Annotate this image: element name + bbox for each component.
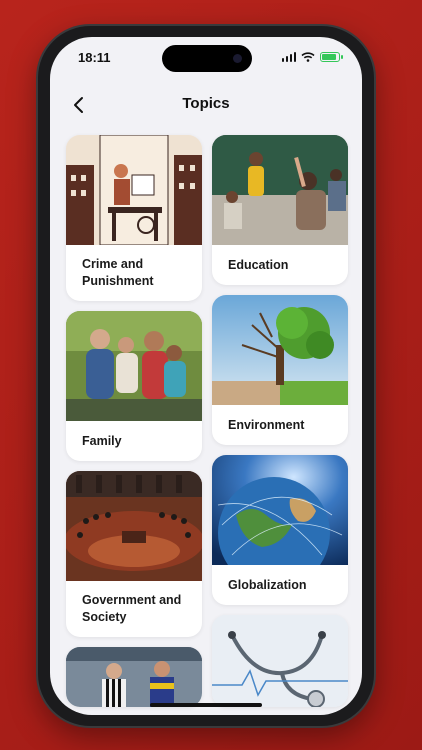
topic-card-family[interactable]: Family bbox=[66, 311, 202, 461]
topic-card-education[interactable]: Education bbox=[212, 135, 348, 285]
topic-label: Government and Society bbox=[82, 593, 182, 624]
topic-card-sports[interactable] bbox=[66, 647, 202, 707]
topic-label: Globalization bbox=[228, 577, 307, 592]
nav-bar: Topics bbox=[50, 85, 362, 125]
topic-label: Environment bbox=[228, 417, 305, 432]
topic-label: Education bbox=[228, 257, 289, 272]
topic-image-family bbox=[66, 311, 202, 421]
home-indicator bbox=[150, 703, 262, 707]
wifi-icon bbox=[301, 52, 315, 62]
status-icons bbox=[281, 52, 343, 62]
battery-icon bbox=[320, 52, 343, 62]
topic-card-crime[interactable]: Crime and Punishment bbox=[66, 135, 202, 301]
topic-card-environment[interactable]: Environment bbox=[212, 295, 348, 445]
topic-label: Crime and Punishment bbox=[82, 257, 154, 288]
camera-icon bbox=[233, 54, 242, 63]
topic-image-environment bbox=[212, 295, 348, 405]
topic-image-sports bbox=[66, 647, 202, 707]
page-title: Topics bbox=[182, 95, 230, 112]
topic-image-crime bbox=[66, 135, 202, 245]
cellular-signal-icon bbox=[281, 52, 296, 62]
status-time: 18:11 bbox=[78, 50, 111, 65]
dynamic-island bbox=[162, 45, 252, 72]
topic-card-government[interactable]: Government and Society bbox=[66, 471, 202, 637]
topic-image-globalization bbox=[212, 455, 348, 565]
topic-card-health[interactable] bbox=[212, 615, 348, 707]
topic-label: Family bbox=[82, 433, 122, 448]
screen: 18:11 Topics Crime and Punishment Educat… bbox=[50, 37, 362, 715]
topic-image-education bbox=[212, 135, 348, 245]
topics-grid: Crime and Punishment Education Family En… bbox=[66, 135, 348, 707]
topic-image-health bbox=[212, 615, 348, 707]
topic-image-government bbox=[66, 471, 202, 581]
status-bar: 18:11 bbox=[50, 37, 362, 83]
phone-frame: 18:11 Topics Crime and Punishment Educat… bbox=[38, 26, 374, 726]
topic-card-globalization[interactable]: Globalization bbox=[212, 455, 348, 605]
